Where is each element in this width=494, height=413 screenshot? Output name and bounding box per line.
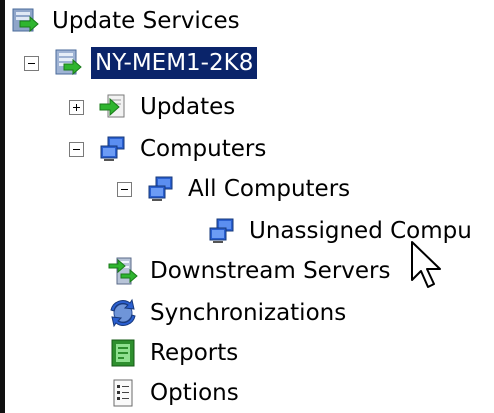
collapse-toggle[interactable] (69, 141, 84, 157)
tree-item-computers[interactable]: Computers (69, 132, 270, 166)
tree-item-label: Update Services (52, 8, 240, 34)
computer-group-icon (207, 216, 237, 246)
tree-item-label: Options (150, 380, 239, 406)
tree-item-update-services[interactable]: Update Services (10, 4, 244, 38)
tree-item-label: Reports (150, 340, 239, 366)
mouse-cursor-icon (411, 241, 441, 288)
update-services-icon (10, 6, 40, 36)
tree-item-downstream-servers[interactable]: Downstream Servers (108, 254, 395, 288)
server-icon (53, 48, 83, 78)
collapse-toggle[interactable] (24, 55, 39, 71)
options-icon (108, 378, 138, 408)
tree-item-updates[interactable]: Updates (69, 90, 239, 124)
computer-group-icon (146, 174, 176, 204)
updates-icon (98, 92, 128, 122)
collapse-toggle[interactable] (117, 181, 132, 197)
tree-item-reports[interactable]: Reports (108, 336, 242, 370)
computers-icon (98, 134, 128, 164)
tree-item-synchronizations[interactable]: Synchronizations (108, 296, 350, 330)
expand-toggle[interactable] (69, 99, 84, 115)
tree-item-label: Synchronizations (150, 300, 347, 326)
tree-item-label: Computers (140, 136, 267, 162)
tree-item-server[interactable]: NY-MEM1-2K8 (24, 46, 258, 80)
tree-item-label: Downstream Servers (150, 258, 391, 284)
downstream-servers-icon (108, 256, 138, 286)
pane-left-border (0, 0, 5, 413)
tree-item-label: NY-MEM1-2K8 (91, 47, 258, 79)
tree-item-all-computers[interactable]: All Computers (117, 172, 354, 206)
reports-icon (108, 338, 138, 368)
tree-item-label: Updates (140, 94, 236, 120)
tree-item-label: All Computers (188, 176, 351, 202)
synchronizations-icon (108, 298, 138, 328)
tree-item-options[interactable]: Options (108, 376, 243, 410)
